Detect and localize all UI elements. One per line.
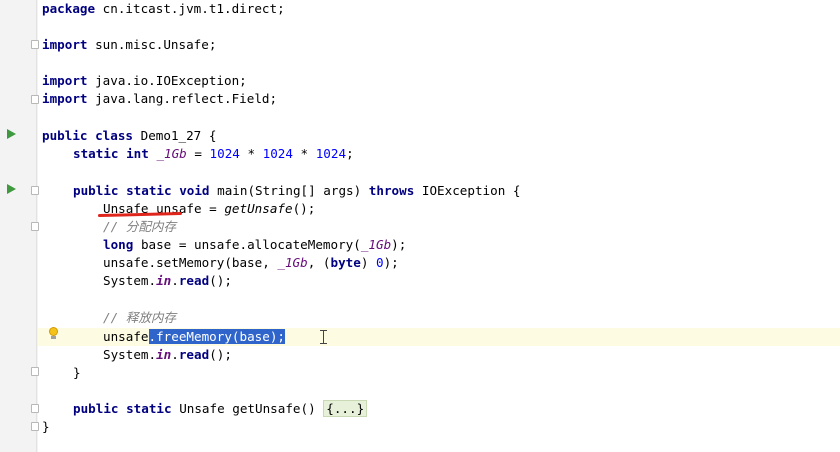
semicolon: ; bbox=[269, 91, 278, 106]
operator: = bbox=[186, 146, 210, 161]
static-field-ref: in bbox=[156, 347, 172, 362]
dot: . bbox=[171, 273, 179, 288]
keyword: static bbox=[126, 183, 172, 198]
code-line-field-decl[interactable]: static int _1Gb = 1024 * 1024 * 1024; bbox=[73, 145, 354, 163]
import-name: java.lang.reflect.Field bbox=[95, 91, 270, 106]
keyword: public bbox=[73, 401, 119, 416]
number: 0 bbox=[376, 255, 384, 270]
code-line-import-ioexception[interactable]: import java.io.IOException; bbox=[42, 72, 247, 90]
code-line-free-memory[interactable]: unsafe.freeMemory(base); bbox=[103, 328, 285, 346]
method-signature: Unsafe getUnsafe() bbox=[179, 401, 324, 416]
call-end: (); bbox=[209, 273, 232, 288]
number: 1024 bbox=[209, 146, 240, 161]
closing-brace: } bbox=[73, 365, 81, 380]
separator: , ( bbox=[307, 255, 331, 270]
keyword: import bbox=[42, 91, 88, 106]
closing-brace: } bbox=[42, 419, 50, 434]
operator: * bbox=[292, 146, 316, 161]
keyword: import bbox=[42, 73, 88, 88]
field-ref: _1Gb bbox=[277, 255, 308, 270]
keyword: static bbox=[73, 146, 119, 161]
code-line-comment-free[interactable]: // 释放内存 bbox=[103, 309, 176, 327]
code-line-read-1[interactable]: System.in.read(); bbox=[103, 272, 232, 290]
dot: . bbox=[171, 347, 179, 362]
method-call: read bbox=[178, 273, 210, 288]
keyword: public bbox=[42, 128, 88, 143]
keyword: void bbox=[179, 183, 210, 198]
code-editor[interactable]: package cn.itcast.jvm.t1.direct; import … bbox=[0, 0, 840, 452]
keyword: class bbox=[95, 128, 134, 143]
number: 1024 bbox=[262, 146, 293, 161]
static-field-ref: in bbox=[156, 273, 172, 288]
method-call: getUnsafe bbox=[224, 201, 293, 216]
code-line-get-unsafe[interactable]: public static Unsafe getUnsafe() {...} bbox=[73, 400, 368, 418]
operator: * bbox=[239, 146, 263, 161]
keyword: long bbox=[103, 237, 134, 252]
number: 1024 bbox=[315, 146, 347, 161]
code-line-class-decl[interactable]: public class Demo1_27 { bbox=[42, 127, 216, 145]
package-name: cn.itcast.jvm.t1.direct bbox=[102, 1, 278, 16]
statement: unsafe.setMemory(base, bbox=[103, 255, 278, 270]
import-name: sun.misc.Unsafe bbox=[95, 37, 209, 52]
text-cursor-icon bbox=[320, 329, 327, 345]
code-line-main-decl[interactable]: public static void main(String[] args) t… bbox=[73, 182, 520, 200]
class-name: Demo1_27 { bbox=[140, 128, 217, 143]
call-end: (); bbox=[292, 201, 316, 216]
comment: // 分配内存 bbox=[103, 219, 177, 234]
statement: unsafe bbox=[103, 329, 149, 344]
code-line-close-class[interactable]: } bbox=[42, 418, 50, 436]
exception-type: IOException { bbox=[421, 183, 521, 198]
method-call: read bbox=[178, 347, 210, 362]
call-end: ); bbox=[383, 255, 399, 270]
keyword: public bbox=[73, 183, 119, 198]
code-line-allocate[interactable]: long base = unsafe.allocateMemory(_1Gb); bbox=[103, 236, 406, 254]
call-end: ); bbox=[391, 237, 407, 252]
comment: // 释放内存 bbox=[103, 310, 177, 325]
field-name: _1Gb bbox=[156, 146, 187, 161]
statement: base = unsafe.allocateMemory( bbox=[140, 237, 361, 252]
class-ref: System. bbox=[103, 273, 157, 288]
semicolon: ; bbox=[239, 73, 247, 88]
import-name: java.io.IOException bbox=[95, 73, 240, 88]
code-line-comment-allocate[interactable]: // 分配内存 bbox=[103, 218, 176, 236]
code-line-read-2[interactable]: System.in.read(); bbox=[103, 346, 232, 364]
keyword: int bbox=[126, 146, 149, 161]
code-line-set-memory[interactable]: unsafe.setMemory(base, _1Gb, (byte) 0); bbox=[103, 254, 399, 272]
keyword: byte bbox=[330, 255, 361, 270]
keyword: throws bbox=[368, 183, 415, 198]
cast-close: ) bbox=[360, 255, 376, 270]
semicolon: ; bbox=[277, 1, 285, 16]
code-line-import-unsafe[interactable]: import sun.misc.Unsafe; bbox=[42, 36, 216, 54]
semicolon: ; bbox=[208, 37, 217, 52]
code-line-package[interactable]: package cn.itcast.jvm.t1.direct; bbox=[42, 0, 285, 18]
code-line-close-main[interactable]: } bbox=[73, 364, 81, 382]
folded-block[interactable]: {...} bbox=[323, 400, 368, 417]
selected-text[interactable]: .freeMemory(base); bbox=[148, 329, 285, 344]
class-ref: System. bbox=[103, 347, 157, 362]
field-ref: _1Gb bbox=[360, 237, 392, 252]
code-line-import-field[interactable]: import java.lang.reflect.Field; bbox=[42, 90, 277, 108]
code-area[interactable]: package cn.itcast.jvm.t1.direct; import … bbox=[0, 0, 840, 452]
keyword: import bbox=[42, 37, 88, 52]
keyword: static bbox=[126, 401, 172, 416]
keyword: package bbox=[42, 1, 96, 16]
call-end: (); bbox=[209, 347, 232, 362]
method-signature: main(String[] args) bbox=[217, 183, 362, 198]
semicolon: ; bbox=[346, 146, 354, 161]
